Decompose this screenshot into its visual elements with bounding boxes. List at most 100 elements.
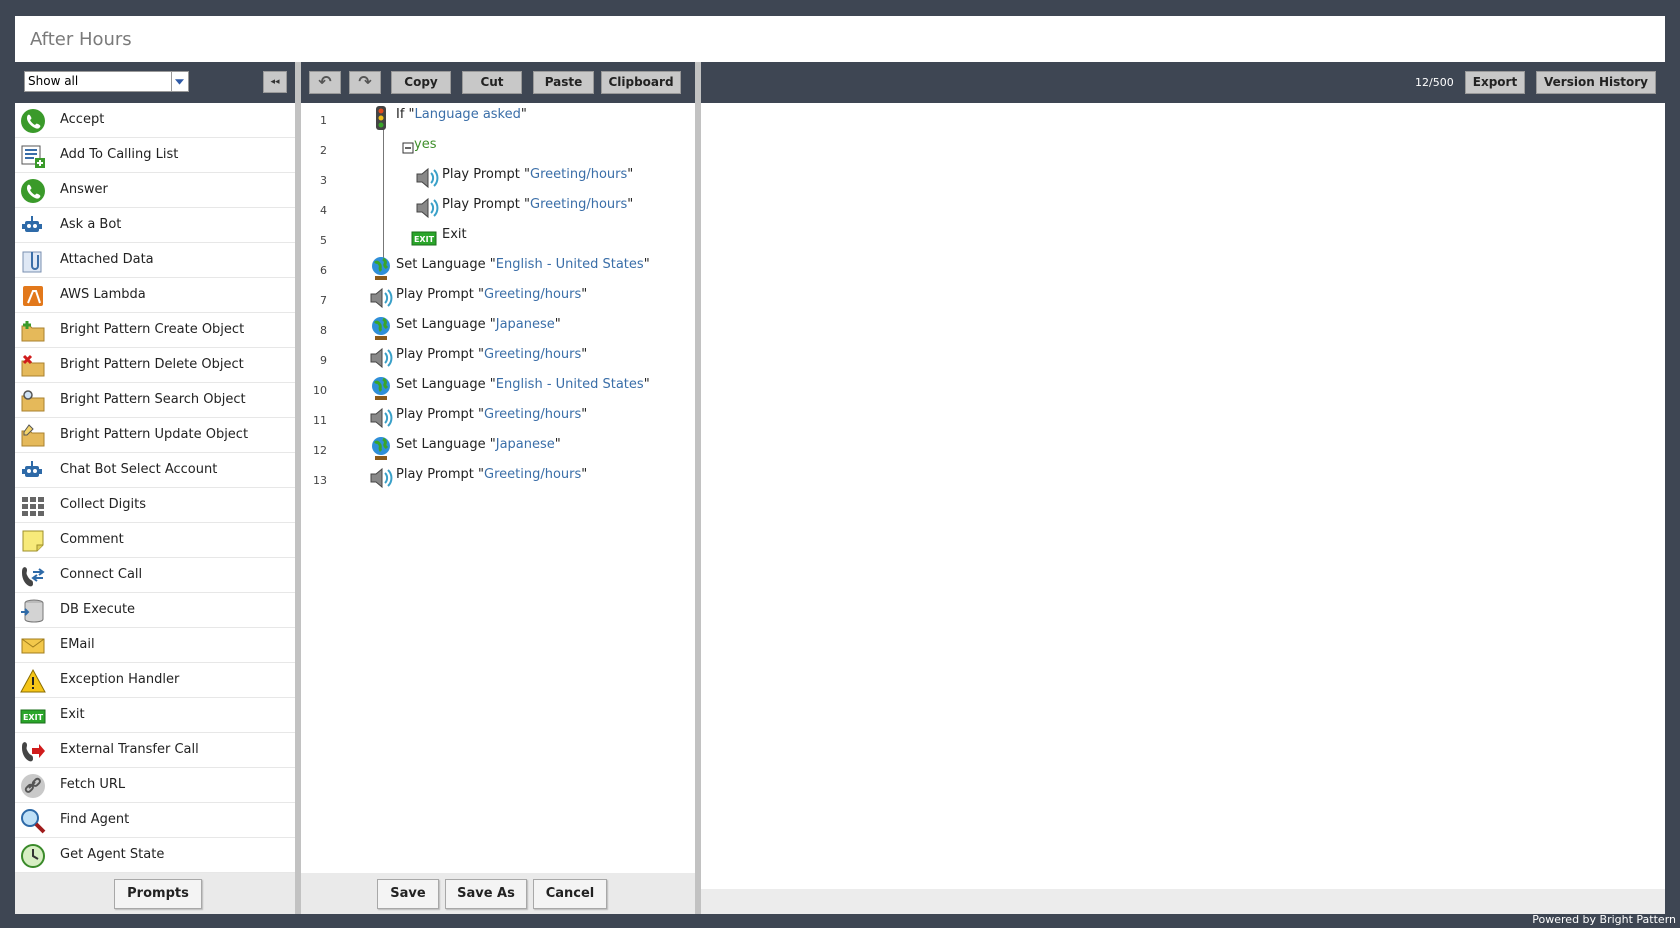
line-number: 7 xyxy=(320,294,327,307)
svg-text:EXIT: EXIT xyxy=(414,235,435,244)
palette-block-label: DB Execute xyxy=(60,602,136,617)
globe-icon xyxy=(368,255,394,281)
cancel-button[interactable]: Cancel xyxy=(533,879,607,909)
palette-block-email[interactable]: EMail xyxy=(15,628,295,663)
line-number: 9 xyxy=(320,354,327,367)
palette-block-bright-pattern-create-object[interactable]: Bright Pattern Create Object xyxy=(15,313,295,348)
block-parameter: English - United States xyxy=(495,257,644,272)
block-parameter: Japanese xyxy=(495,317,555,332)
flow-row[interactable]: 4 Play Prompt "Greeting/hours" xyxy=(301,193,695,223)
block-type-label: Play Prompt " xyxy=(396,287,484,302)
flow-row[interactable]: 1 If "Language asked" xyxy=(301,103,695,133)
palette-block-ask-a-bot[interactable]: Ask a Bot xyxy=(15,208,295,243)
palette-block-exception-handler[interactable]: Exception Handler xyxy=(15,663,295,698)
warning-icon xyxy=(20,668,46,694)
palette-block-db-execute[interactable]: DB Execute xyxy=(15,593,295,628)
palette-block-add-to-calling-list[interactable]: Add To Calling List xyxy=(15,138,295,173)
globe-icon xyxy=(368,375,394,401)
flow-row[interactable]: 13 Play Prompt "Greeting/hours" xyxy=(301,463,695,493)
palette-block-bright-pattern-delete-object[interactable]: Bright Pattern Delete Object xyxy=(15,348,295,383)
aws-lambda-icon xyxy=(20,283,46,309)
flow-row[interactable]: 5 EXIT Exit xyxy=(301,223,695,253)
export-button[interactable]: Export xyxy=(1465,71,1525,94)
flow-row[interactable]: 6 Set Language "English - United States" xyxy=(301,253,695,283)
save-as-button[interactable]: Save As xyxy=(445,879,527,909)
flow-row[interactable]: 12 Set Language "Japanese" xyxy=(301,433,695,463)
cut-button[interactable]: Cut xyxy=(462,71,522,94)
save-button[interactable]: Save xyxy=(377,879,439,909)
block-filter-select[interactable]: Show all xyxy=(24,71,172,92)
version-history-button[interactable]: Version History xyxy=(1536,71,1656,94)
flow-row[interactable]: 10 Set Language "English - United States" xyxy=(301,373,695,403)
block-parameter: Japanese xyxy=(495,437,555,452)
copy-button[interactable]: Copy xyxy=(391,71,451,94)
robot-icon xyxy=(20,458,46,484)
flow-row[interactable]: 7 Play Prompt "Greeting/hours" xyxy=(301,283,695,313)
collapse-palette-button[interactable]: ◂◂ xyxy=(263,71,287,93)
speaker-icon xyxy=(414,165,440,191)
flow-row[interactable]: 2 yes xyxy=(301,133,695,163)
flow-row[interactable]: 11 Play Prompt "Greeting/hours" xyxy=(301,403,695,433)
palette-block-label: Get Agent State xyxy=(60,847,165,862)
palette-block-external-transfer-call[interactable]: External Transfer Call xyxy=(15,733,295,768)
palette-block-bright-pattern-update-object[interactable]: Bright Pattern Update Object xyxy=(15,418,295,453)
clipboard-button[interactable]: Clipboard xyxy=(601,71,681,94)
palette-block-fetch-url[interactable]: Fetch URL xyxy=(15,768,295,803)
prompts-button[interactable]: Prompts xyxy=(114,879,202,909)
palette-block-label: Ask a Bot xyxy=(60,217,122,232)
exit-icon: EXIT xyxy=(20,703,46,729)
flow-row[interactable]: 8 Set Language "Japanese" xyxy=(301,313,695,343)
palette-block-connect-call[interactable]: Connect Call xyxy=(15,558,295,593)
svg-text:EXIT: EXIT xyxy=(23,713,44,722)
flow-block-text: Play Prompt "Greeting/hours" xyxy=(396,347,587,362)
properties-panel xyxy=(701,103,1665,889)
undo-button[interactable]: ↶ xyxy=(309,71,341,94)
palette-block-get-agent-state[interactable]: Get Agent State xyxy=(15,838,295,873)
palette-block-attached-data[interactable]: Attached Data xyxy=(15,243,295,278)
flow-block-text: Play Prompt "Greeting/hours" xyxy=(396,287,587,302)
flow-row[interactable]: 3 Play Prompt "Greeting/hours" xyxy=(301,163,695,193)
line-number: 4 xyxy=(320,204,327,217)
block-quote-close: " xyxy=(520,107,527,122)
palette-block-label: AWS Lambda xyxy=(60,287,146,302)
flow-block-text: Set Language "Japanese" xyxy=(396,437,561,452)
filter-dropdown-button[interactable] xyxy=(172,71,189,92)
robot-icon xyxy=(20,213,46,239)
powered-by: Powered by Bright Pattern xyxy=(1532,913,1676,926)
palette-block-aws-lambda[interactable]: AWS Lambda xyxy=(15,278,295,313)
palette-block-comment[interactable]: Comment xyxy=(15,523,295,558)
folder-add-icon xyxy=(20,318,46,344)
block-list: Accept Add To Calling List Answer Ask a Bot… xyxy=(15,103,295,873)
palette-block-chat-bot-select-account[interactable]: Chat Bot Select Account xyxy=(15,453,295,488)
palette-block-label: Exit xyxy=(60,707,85,722)
palette-block-label: Exception Handler xyxy=(60,672,180,687)
palette-block-bright-pattern-search-object[interactable]: Bright Pattern Search Object xyxy=(15,383,295,418)
speaker-icon xyxy=(368,345,394,371)
block-quote-close: " xyxy=(643,257,650,272)
block-quote-close: " xyxy=(554,437,561,452)
clock-icon xyxy=(20,843,46,869)
block-type-label: Play Prompt " xyxy=(396,347,484,362)
block-parameter: Greeting/hours xyxy=(530,197,628,212)
redo-button[interactable]: ↷ xyxy=(349,71,381,94)
block-quote-close: " xyxy=(627,197,634,212)
flow-row[interactable]: 9 Play Prompt "Greeting/hours" xyxy=(301,343,695,373)
line-number: 13 xyxy=(313,474,327,487)
paste-button[interactable]: Paste xyxy=(533,71,594,94)
flow-block-text: Set Language "English - United States" xyxy=(396,377,650,392)
palette-block-collect-digits[interactable]: Collect Digits xyxy=(15,488,295,523)
flow-block-text: If "Language asked" xyxy=(396,107,527,122)
speaker-icon xyxy=(368,285,394,311)
block-palette: Show all ◂◂ Accept Add To Calling List Ans… xyxy=(15,62,295,914)
block-type-label: yes xyxy=(414,137,437,152)
list-add-icon xyxy=(20,143,46,169)
flow-block-text: Set Language "English - United States" xyxy=(396,257,650,272)
palette-block-accept[interactable]: Accept xyxy=(15,103,295,138)
note-icon xyxy=(20,528,46,554)
block-parameter: Greeting/hours xyxy=(484,467,582,482)
block-parameter: Language asked xyxy=(414,107,521,122)
palette-block-answer[interactable]: Answer xyxy=(15,173,295,208)
palette-block-find-agent[interactable]: Find Agent xyxy=(15,803,295,838)
palette-block-exit[interactable]: EXIT Exit xyxy=(15,698,295,733)
flow-block-text: yes xyxy=(414,137,436,152)
